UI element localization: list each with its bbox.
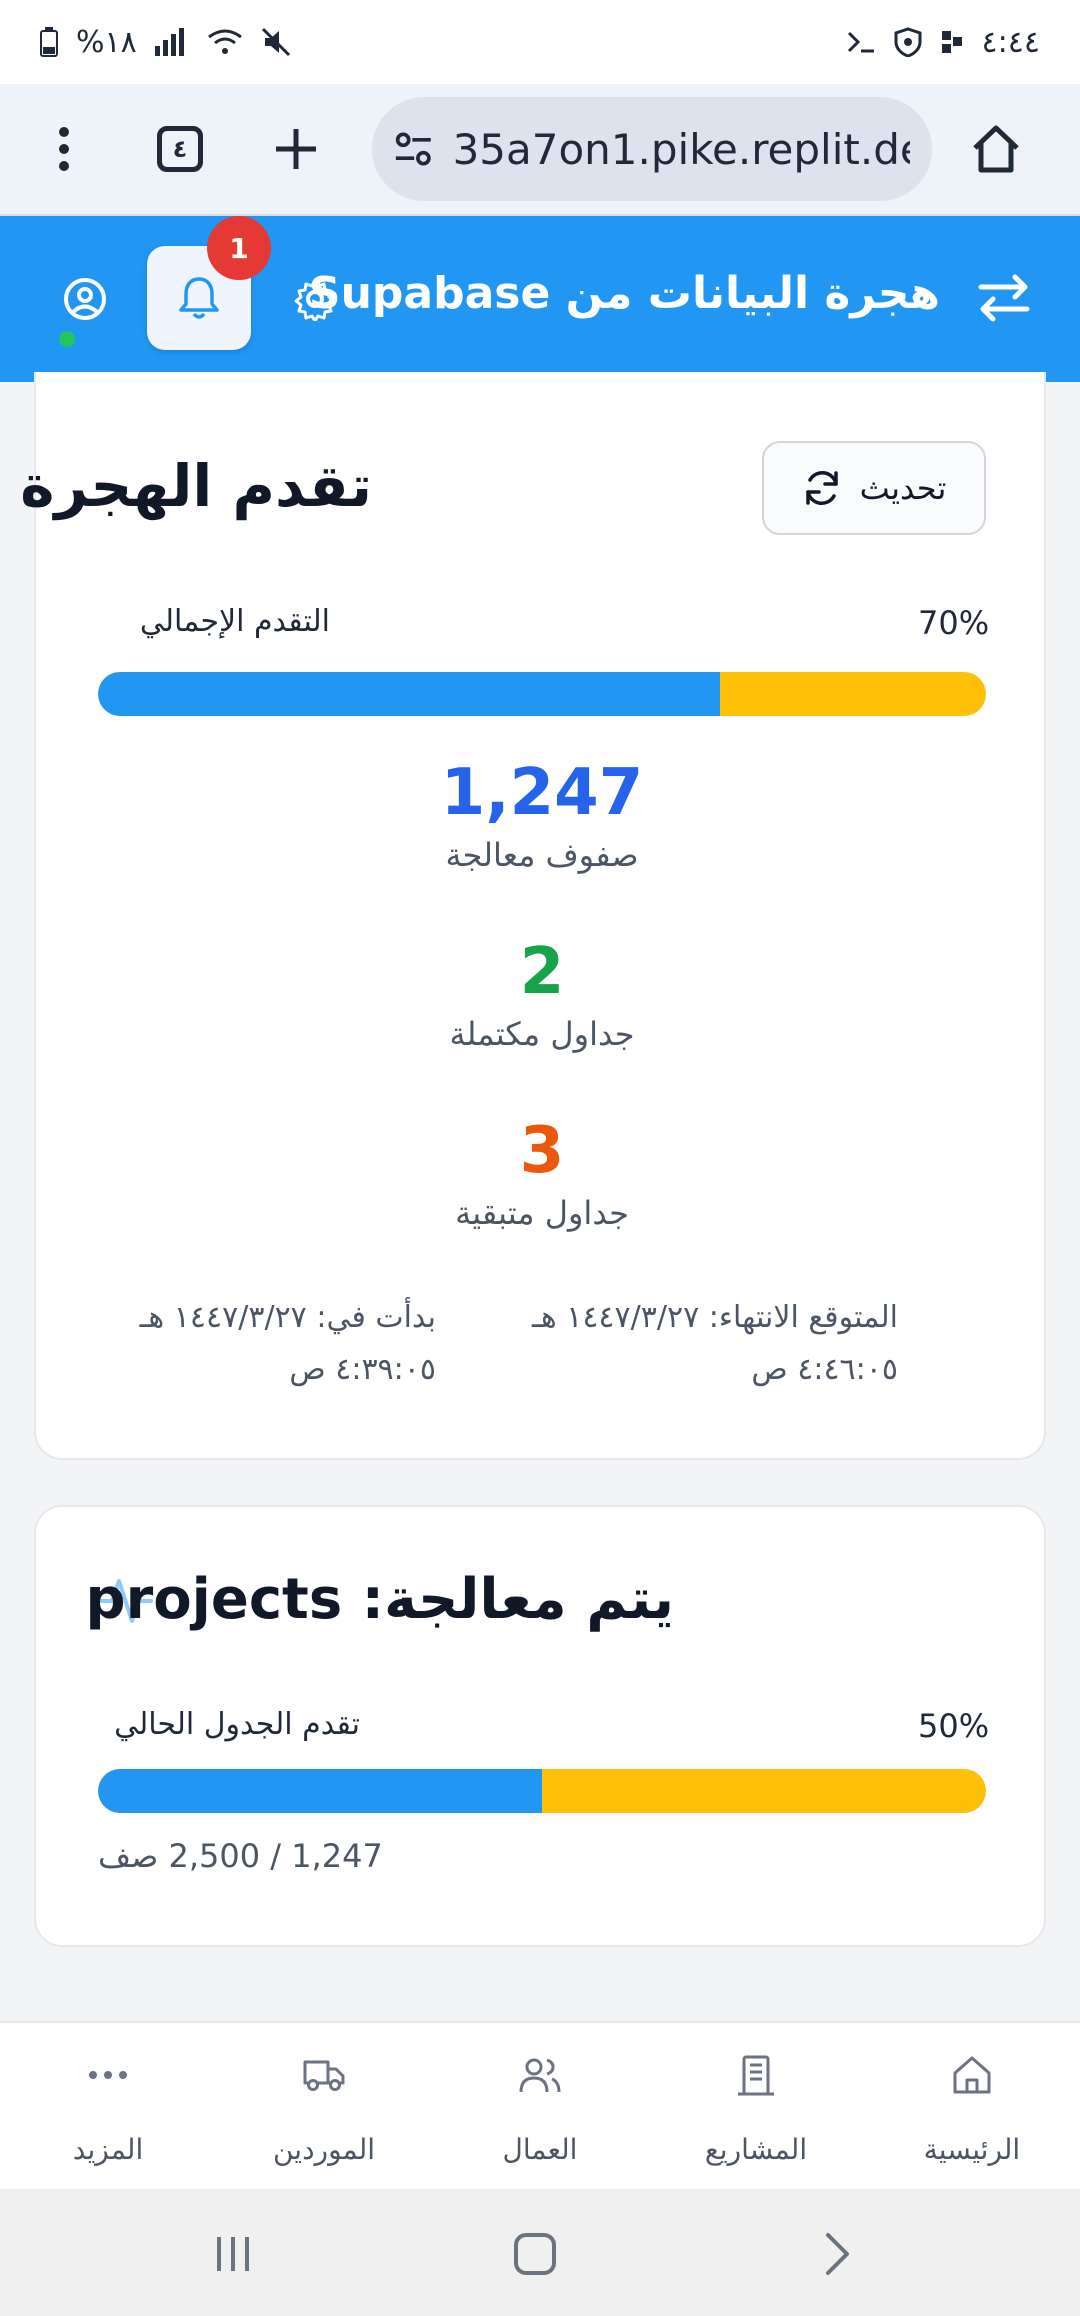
online-status-dot — [56, 328, 78, 350]
nav-item-home[interactable]: الرئيسية — [864, 2023, 1080, 2191]
url-text: 35a7on1.pike.replit.dev — [452, 124, 910, 174]
stat-value: 1,247 — [440, 756, 644, 830]
home-button[interactable] — [960, 113, 1032, 185]
bell-icon — [179, 277, 219, 319]
terminal-icon — [846, 29, 876, 55]
site-settings-icon[interactable] — [394, 129, 433, 169]
nav-label: الموردين — [272, 2133, 376, 2166]
stat-tables-completed: 2 جداول مكتملة — [36, 935, 1048, 1053]
overall-progress-bar — [98, 672, 986, 716]
nav-item-projects[interactable]: المشاريع — [648, 2023, 864, 2191]
shield-icon — [894, 27, 922, 57]
back-button[interactable] — [802, 2219, 872, 2289]
new-tab-button[interactable] — [260, 113, 332, 185]
home-icon — [942, 2045, 1002, 2105]
status-time: ٤:٤٤ — [981, 24, 1040, 60]
chevron-right-icon — [826, 2233, 849, 2275]
building-icon — [726, 2045, 786, 2105]
battery-icon — [40, 27, 58, 57]
stat-label: جداول مكتملة — [449, 1015, 635, 1053]
page: %١٨ ٤:٤٤ ٤ 35a7on1.pike.replit.dev 1 هجر… — [0, 0, 1080, 2316]
nav-label: المشاريع — [704, 2133, 808, 2166]
stat-value: 3 — [519, 1114, 565, 1188]
tab-switcher-button[interactable]: ٤ — [144, 113, 216, 185]
refresh-label: تحديث — [859, 469, 947, 507]
recent-apps-icon — [217, 2237, 249, 2271]
browser-menu-button[interactable] — [28, 113, 100, 185]
expected-date: المتوقع الانتهاء: ١٤٤٧/٣/٢٧ هـ — [532, 1300, 898, 1335]
app-header: 1 هجرة البيانات من Supabase — [0, 216, 1080, 382]
rows-count-text: 1,247 / 2,500 صف — [98, 1837, 383, 1875]
stat-label: جداول متبقية — [455, 1194, 629, 1232]
tab-count: ٤ — [157, 126, 203, 172]
current-table-progress-fill — [98, 1769, 542, 1813]
square-icon — [514, 2233, 556, 2275]
system-nav-bar — [0, 2189, 1080, 2316]
app-title: هجرة البيانات من Supabase — [308, 268, 940, 319]
status-left: %١٨ — [40, 25, 291, 60]
nav-item-more[interactable]: المزيد — [0, 2023, 216, 2191]
expected-time: ٤:٤٦:٠٥ ص — [751, 1352, 898, 1387]
signal-icon — [154, 28, 189, 56]
refresh-icon — [805, 471, 838, 505]
current-table-title: يتم معالجة: projects — [85, 1567, 675, 1632]
refresh-button[interactable]: تحديث — [762, 441, 986, 535]
nav-label: العمال — [502, 2133, 578, 2166]
expected-end: المتوقع الانتهاء: ١٤٤٧/٣/٢٧ هـ ٤:٤٦:٠٥ ص — [532, 1292, 898, 1396]
nav-label: الرئيسية — [923, 2133, 1021, 2166]
stat-value: 2 — [519, 935, 565, 1009]
overall-progress-label: التقدم الإجمالي — [139, 604, 330, 639]
plus-icon — [276, 129, 316, 169]
users-icon — [510, 2045, 570, 2105]
swap-arrows-icon — [974, 268, 1034, 328]
truck-icon — [294, 2045, 354, 2105]
address-bar[interactable]: 35a7on1.pike.replit.dev — [372, 97, 932, 201]
status-right: ٤:٤٤ — [846, 25, 1040, 60]
user-profile-button[interactable] — [50, 264, 120, 334]
user-circle-icon — [64, 278, 106, 320]
nav-item-suppliers[interactable]: الموردين — [216, 2023, 432, 2191]
system-home-button[interactable] — [500, 2219, 570, 2289]
current-table-progress-label: تقدم الجدول الحالي — [114, 1707, 360, 1742]
bottom-nav: المزيد الموردين العمال المشاريع الرئيسية — [0, 2021, 1080, 2189]
overall-progress-fill — [98, 672, 720, 716]
stat-label: صفوف معالجة — [445, 836, 639, 874]
started-at: بدأت في: ١٤٤٧/٣/٢٧ هـ ٤:٣٩:٠٥ ص — [140, 1292, 436, 1396]
more-icon — [78, 2045, 138, 2105]
started-date: بدأت في: ١٤٤٧/٣/٢٧ هـ — [139, 1300, 436, 1335]
card-title: تقدم الهجرة — [20, 452, 372, 520]
current-table-progress-bar — [98, 1769, 986, 1813]
current-table-card: يتم معالجة: projects تقدم الجدول الحالي … — [34, 1505, 1046, 1947]
current-table-progress-percent: 50% — [918, 1707, 990, 1745]
started-time: ٤:٣٩:٠٥ ص — [289, 1352, 436, 1387]
stat-rows-processed: 1,247 صفوف معالجة — [36, 756, 1048, 874]
notification-badge: 1 — [207, 216, 271, 280]
mute-icon — [261, 27, 291, 57]
wifi-icon — [207, 28, 243, 56]
recent-apps-button[interactable] — [198, 2219, 268, 2289]
nav-item-workers[interactable]: العمال — [432, 2023, 648, 2191]
migration-progress-card: تقدم الهجرة تحديث التقدم الإجمالي 70% 1,… — [20, 372, 1048, 1460]
battery-text: %١٨ — [76, 24, 137, 60]
status-bar: %١٨ ٤:٤٤ — [0, 0, 1080, 84]
nav-label: المزيد — [72, 2133, 144, 2166]
overall-progress-percent: 70% — [918, 604, 990, 642]
browser-bar: ٤ 35a7on1.pike.replit.dev — [0, 84, 1080, 216]
app-notification-icon — [940, 29, 964, 55]
more-vertical-icon — [59, 127, 69, 171]
home-outline-icon — [973, 125, 1019, 173]
stat-tables-remaining: 3 جداول متبقية — [36, 1114, 1048, 1232]
